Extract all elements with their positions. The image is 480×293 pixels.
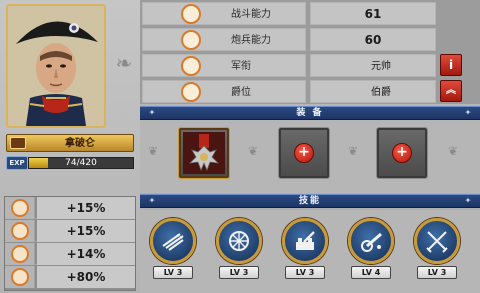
hero-name-plate: 拿破仑 [6,134,134,152]
bonus-value: +14% [37,243,135,265]
hero-portrait[interactable] [6,4,106,128]
hero-sidebar: ❧ 拿破仑 EXP 74/420 +15% +15% +14% +80% [0,0,140,293]
fleur-ornament-icon: ❧ [115,51,133,75]
stat-row-artillery: 炮兵能力 60 [140,28,480,52]
exp-tag: EXP [6,156,28,170]
rank-badge-icon [10,137,26,149]
fleur-ornament-icon: ❦ [147,144,159,158]
equipment-title: 装 备 [296,108,324,118]
rank-info-button[interactable]: i [440,54,462,76]
stat-label: 军衔 [231,61,251,72]
artillery-icon [361,232,382,252]
napoleon-portrait-art [8,6,104,126]
stat-row-title: 爵位 伯爵 ♔ ︽ [140,80,480,104]
title-upgrade-button[interactable]: ︽ [440,80,462,102]
chevron-up-icon: ︽ [446,85,456,96]
exp-row: EXP 74/420 [6,156,134,170]
fleur-ornament-icon: ❦ [347,144,359,158]
crossed-sabres-icon [426,231,448,253]
exp-value: 74/420 [65,158,97,168]
add-equipment-icon[interactable]: + [392,143,412,163]
hero-detail-panel: ❧ 拿破仑 EXP 74/420 +15% +15% +14% +80% 战斗能… [0,0,480,293]
skills-area: LV 3 LV 3 LV 3 LV 4 LV 3 [140,210,480,293]
hero-name: 拿破仑 [65,138,95,149]
skill-slot[interactable]: LV 4 [346,218,398,290]
stat-label: 爵位 [231,87,251,98]
cannon-icon [181,30,201,50]
rank-badge-icon [181,56,201,76]
stat-row-rank: 军衔 元帅 ✠ i [140,54,480,78]
skill-slot[interactable]: LV 3 [214,218,266,290]
stat-label: 炮兵能力 [231,35,271,46]
stat-label: 战斗能力 [231,9,271,20]
skills-header: ✦ 技能 ✦ [140,194,480,208]
stat-value: 61 [364,7,382,21]
fleur-ornament-icon: ✦ [464,196,472,205]
equipment-slot-medal[interactable] [178,127,230,179]
add-equipment-icon[interactable]: + [294,143,314,163]
skill-level: LV 3 [285,266,325,279]
bonus-row-attack: +15% [5,197,135,219]
bonus-value: +15% [37,197,135,219]
exp-bar: 74/420 [28,157,134,169]
stat-value: 60 [364,33,382,47]
skill-level: LV 3 [219,266,259,279]
bonus-row-artillery: +15% [5,220,135,242]
bonus-value: +80% [37,266,135,288]
stat-value: 元帅 [371,61,391,72]
bonus-row-health: +80% [5,266,135,288]
bonus-value: +15% [37,220,135,242]
fortress-cannon-icon [296,231,315,250]
crown-icon [181,82,201,102]
medal-icon [183,132,225,174]
bonus-row-defense: +14% [5,243,135,265]
skill-slot[interactable]: LV 3 [148,218,200,290]
heart-icon [11,268,29,286]
stat-value: 伯爵 [371,87,391,98]
stats-grid: 战斗能力 61 炮兵能力 60 军衔 元帅 ✠ i [140,0,480,104]
fleur-ornament-icon: ✦ [464,108,472,117]
fleur-ornament-icon: ❦ [447,144,459,158]
skills-title: 技能 [298,196,321,206]
skill-slot[interactable]: LV 3 [280,218,332,290]
skill-slot[interactable]: LV 3 [412,218,464,290]
stat-row-combat: 战斗能力 61 [140,2,480,26]
skill-level: LV 3 [153,266,193,279]
equipment-header: ✦ 装 备 ✦ [140,106,480,120]
fleur-ornament-icon: ❦ [247,144,259,158]
arrows-icon [162,233,184,251]
equipment-slot-empty[interactable]: + [376,127,428,179]
equipment-slot-empty[interactable]: + [278,127,330,179]
crossed-swords-icon [181,4,201,24]
skill-level: LV 4 [351,266,391,279]
equipment-area: ❦ ❦ + ❦ + ❦ [140,123,480,193]
cannon-wheel-icon [229,231,249,251]
cannon-icon [11,222,29,240]
shield-icon [11,245,29,263]
bonus-panel: +15% +15% +14% +80% [4,196,136,291]
swords-icon [11,199,29,217]
skill-level: LV 3 [417,266,457,279]
